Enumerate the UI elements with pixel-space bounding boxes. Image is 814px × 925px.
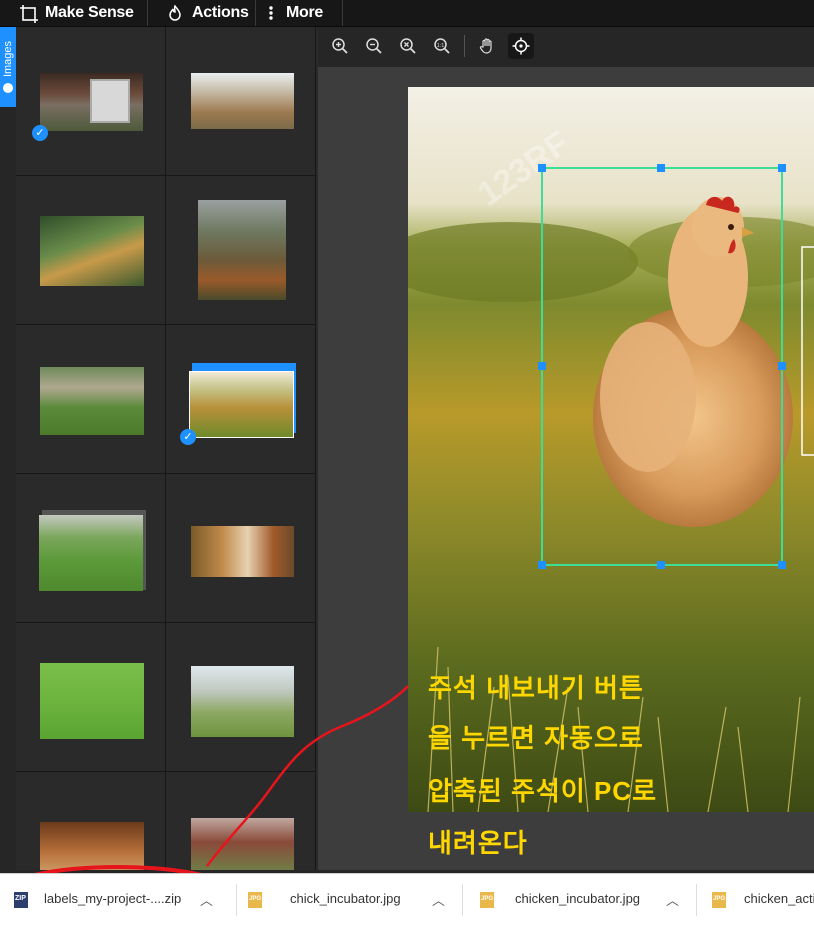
thumbnail-image[interactable] [191,73,294,129]
annotation-line: 내려온다 [428,828,528,858]
app-name: Make Sense [45,4,134,21]
more-label: More [286,4,324,21]
jpg-file-icon: JPG [248,892,262,908]
image-thumbnail-list[interactable]: ✓ ✓ [16,27,318,870]
zoom-reset-button[interactable]: 1:1 [429,33,455,59]
zip-file-icon: ZIP [14,892,28,908]
download-filename: chicken_acti [744,891,814,906]
download-item[interactable]: ZIP labels_my-project-....zip ︿ [0,874,230,925]
jpg-file-icon: JPG [712,892,726,908]
more-vertical-icon [268,5,274,21]
menu-divider [147,0,148,26]
zoom-in-button[interactable] [327,33,353,59]
thumbnail-cell[interactable] [16,772,166,870]
crosshair-icon [512,37,530,55]
thumbnail-image[interactable] [40,73,143,131]
annotation-line: 압축된 주석이 PC로 [428,776,658,806]
thumbnail-cell[interactable] [16,623,166,772]
thumbnail-image[interactable] [191,818,294,870]
menu-divider [342,0,343,26]
thumbnail-image[interactable] [40,367,144,435]
images-tab-label: Images [2,40,14,78]
download-item[interactable]: JPG chicken_incubator.jpg ︿ [462,874,694,925]
download-filename: chick_incubator.jpg [290,891,401,906]
zoom-out-icon [366,38,382,54]
crosshair-tool-button[interactable] [508,33,534,59]
svg-text:1:1: 1:1 [437,43,445,49]
thumbnail-cell[interactable] [16,325,166,474]
thumbnail-cell[interactable]: ✓ [166,325,316,474]
zoom-actual-icon: 1:1 [434,38,450,54]
checkmark-icon: ✓ [180,429,196,445]
thumbnail-image[interactable] [39,515,143,591]
chevron-up-icon[interactable]: ︿ [200,890,213,909]
zoom-fit-icon [400,38,416,54]
thumbnail-cell[interactable] [166,474,316,623]
image-icon [3,83,13,93]
hand-icon [479,38,492,54]
annotation-line: 주석 내보내기 버튼 [428,673,644,703]
thumbnail-image[interactable] [40,822,144,870]
download-item[interactable]: JPG chicken_acti [696,874,814,925]
thumbnail-cell[interactable]: ✓ [16,27,166,176]
menu-divider [255,0,256,26]
thumbnail-cell[interactable] [16,176,166,325]
chevron-up-icon[interactable]: ︿ [666,890,679,909]
download-item[interactable]: JPG chick_incubator.jpg ︿ [236,874,462,925]
more-menu[interactable]: More [268,0,323,26]
jpg-file-icon: JPG [480,892,494,908]
zoom-in-icon [332,38,348,54]
actions-menu[interactable]: Actions [168,0,249,26]
zoom-fit-button[interactable] [395,33,421,59]
editor-toolbar: 1:1 [318,27,814,68]
thumbnail-image[interactable] [191,526,294,577]
thumbnail-image[interactable] [40,216,144,286]
thumbnail-image[interactable] [191,666,294,737]
logo-icon [20,5,38,23]
thumbnail-cell[interactable] [166,772,316,870]
thumbnail-cell[interactable] [166,176,316,325]
thumbnail-cell[interactable] [166,623,316,772]
thumbnail-image[interactable] [40,663,144,739]
annotation-line: 을 누르면 자동으로 [428,723,644,753]
thumbnail-cell[interactable] [166,27,316,176]
chevron-up-icon[interactable]: ︿ [432,890,445,909]
downloads-bar: ZIP labels_my-project-....zip ︿ JPG chic… [0,873,814,925]
images-side-tab[interactable]: Images [0,27,16,107]
download-filename: labels_my-project-....zip [44,891,182,906]
thumbnail-image[interactable] [198,200,286,300]
toolbar-divider [464,35,465,57]
pan-tool-button[interactable] [474,33,500,59]
thumbnail-image[interactable] [189,371,294,438]
actions-label: Actions [192,4,249,21]
download-filename: chicken_incubator.jpg [515,891,641,906]
top-menu-bar: Make Sense Actions More [0,0,814,27]
app-logo[interactable]: Make Sense [20,0,134,26]
thumbnail-cell[interactable] [16,474,166,623]
fire-icon [168,4,182,21]
zoom-out-button[interactable] [361,33,387,59]
checkmark-icon: ✓ [32,125,48,141]
